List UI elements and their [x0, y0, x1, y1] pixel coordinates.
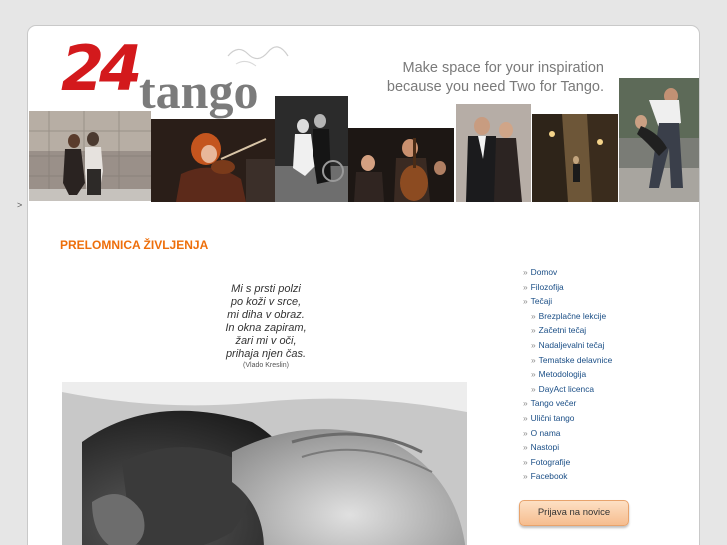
poem-line: po koži v srce,: [230, 296, 302, 308]
page-card: 24 tango Make space for your inspiration…: [27, 25, 700, 545]
nav-item-facebook[interactable]: » Facebook: [523, 469, 612, 484]
nav-item-tango-vecer[interactable]: » Tango večer: [523, 396, 612, 411]
tagline-line-1: Make space for your inspiration: [402, 60, 605, 76]
nav-item-domov[interactable]: » Domov: [523, 265, 612, 280]
photo-dancers-night-bw: [275, 96, 348, 202]
header-tagline: Make space for your inspiration because …: [328, 59, 604, 97]
poem-line: mi diha v obraz.: [227, 309, 305, 321]
tagline-line-2: because you need Two for Tango.: [386, 79, 604, 95]
photo-couple-stone-wall: [29, 111, 151, 201]
nav-subitem-nadaljevalni-tecaj[interactable]: » Nadaljevalni tečaj: [523, 338, 612, 353]
poem-author: (Vlado Kreslin): [243, 362, 289, 369]
nav-subitem-dayact-licenca[interactable]: » DayAct licenca: [523, 382, 612, 397]
logo-flourish-icon: [227, 46, 289, 67]
nav-subitem-metodologija[interactable]: » Metodologija: [523, 367, 612, 382]
poem: Mi s prsti polzi po koži v srce, mi diha…: [178, 283, 354, 371]
page-title: PRELOMNICA ŽIVLJENJA: [60, 238, 209, 252]
poem-line: Mi s prsti polzi: [231, 283, 301, 295]
sidebar-nav: » Domov » Filozofija » Tečaji » Brezplačne l…: [523, 265, 612, 484]
nav-subitem-zacetni-tecaj[interactable]: » Začetni tečaj: [523, 323, 612, 338]
newsletter-signup-button[interactable]: Prijava na novice: [519, 500, 629, 526]
nav-item-ulicni-tango[interactable]: » Ulični tango: [523, 411, 612, 426]
nav-item-o-nama[interactable]: » O nama: [523, 426, 612, 441]
site-logo[interactable]: 24 tango: [61, 32, 289, 119]
photo-night-street: [532, 114, 618, 202]
nav-subitem-tematske-delavnice[interactable]: » Tematske delavnice: [523, 353, 612, 368]
nav-item-filozofija[interactable]: » Filozofija: [523, 280, 612, 295]
nav-item-tecaji[interactable]: » Tečaji: [523, 294, 612, 309]
photo-couple-formal: [456, 104, 531, 202]
photo-dip-pose: [619, 78, 699, 202]
side-marker: >: [17, 200, 23, 210]
poem-line: prihaja njen čas.: [225, 348, 307, 360]
photo-violinist: [151, 119, 275, 202]
poem-line: In okna zapiram,: [225, 322, 307, 334]
nav-item-fotografije[interactable]: » Fotografije: [523, 455, 612, 470]
photo-cellist-ensemble: [348, 128, 454, 202]
main-photo-embracing-couple: [62, 382, 467, 545]
nav-subitem-brezplacne-lekcije[interactable]: » Brezplačne lekcije: [523, 309, 612, 324]
logo-number: 24: [61, 32, 142, 105]
nav-item-nastopi[interactable]: » Nastopi: [523, 440, 612, 455]
poem-line: žari mi v oči,: [235, 335, 297, 347]
